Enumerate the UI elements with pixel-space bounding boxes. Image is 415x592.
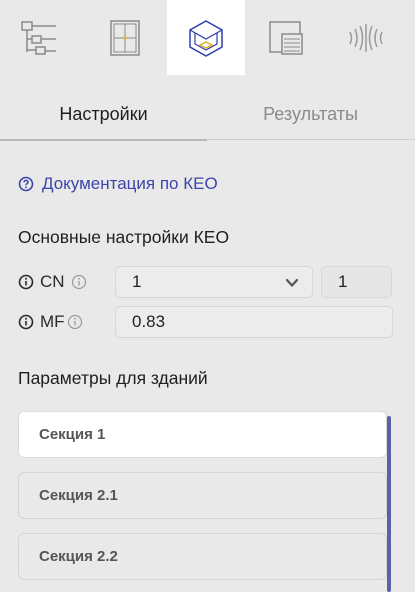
help-circle-icon <box>18 176 34 192</box>
sound-waves-tool-button[interactable] <box>327 0 405 75</box>
info-icon[interactable] <box>18 274 34 290</box>
section-item[interactable]: Секция 2.1 <box>18 472 387 519</box>
tab-settings-label: Настройки <box>59 103 148 124</box>
info-icon[interactable] <box>18 314 34 330</box>
room-3d-tool-button[interactable] <box>167 0 245 75</box>
room-3d-icon <box>189 19 223 57</box>
layers-icon <box>269 20 303 55</box>
mf-value: 0.83 <box>132 312 166 331</box>
section-item-label: Секция 1 <box>39 426 106 443</box>
tab-results-label: Результаты <box>263 103 358 124</box>
sections-list: Секция 1 Секция 2.1 Секция 2.2 <box>18 410 390 592</box>
cn-row: CN <box>18 266 87 298</box>
section-item[interactable]: Секция 2.2 <box>18 533 387 580</box>
tree-structure-icon <box>21 20 56 55</box>
cn-value: 1 <box>338 272 348 291</box>
window-grid-icon <box>110 19 140 56</box>
window-grid-tool-button[interactable] <box>86 0 164 75</box>
main-settings-title: Основные настройки КЕО <box>18 227 230 247</box>
section-item-label: Секция 2.1 <box>39 487 118 504</box>
cn-select-value: 1 <box>132 272 142 291</box>
documentation-link[interactable]: Документация по КЕО <box>18 172 218 196</box>
cn-value-field[interactable]: 1 <box>321 266 392 298</box>
top-toolbar <box>0 0 415 75</box>
info-hint-icon[interactable] <box>67 314 83 330</box>
cn-label: CN <box>40 272 65 291</box>
section-item[interactable]: Секция 1 <box>18 411 387 458</box>
section-item-label: Секция 2.2 <box>39 548 118 565</box>
buildings-title: Параметры для зданий <box>18 368 208 388</box>
sound-waves-icon <box>349 23 383 52</box>
cn-select[interactable]: 1 <box>115 266 313 298</box>
documentation-link-label: Документация по КЕО <box>42 174 218 193</box>
info-hint-icon[interactable] <box>71 274 87 290</box>
panel-tabs: Настройки Результаты <box>0 88 415 141</box>
chevron-down-icon <box>285 278 299 287</box>
mf-label: MF <box>40 312 65 331</box>
mf-row: MF <box>18 306 83 338</box>
active-tab-indicator <box>0 139 207 141</box>
tree-structure-tool-button[interactable] <box>0 0 78 75</box>
layers-tool-button[interactable] <box>247 0 325 75</box>
mf-input[interactable]: 0.83 <box>115 306 393 338</box>
tab-results[interactable]: Результаты <box>207 88 414 140</box>
tab-settings[interactable]: Настройки <box>0 88 207 141</box>
scrollbar[interactable] <box>387 416 391 592</box>
